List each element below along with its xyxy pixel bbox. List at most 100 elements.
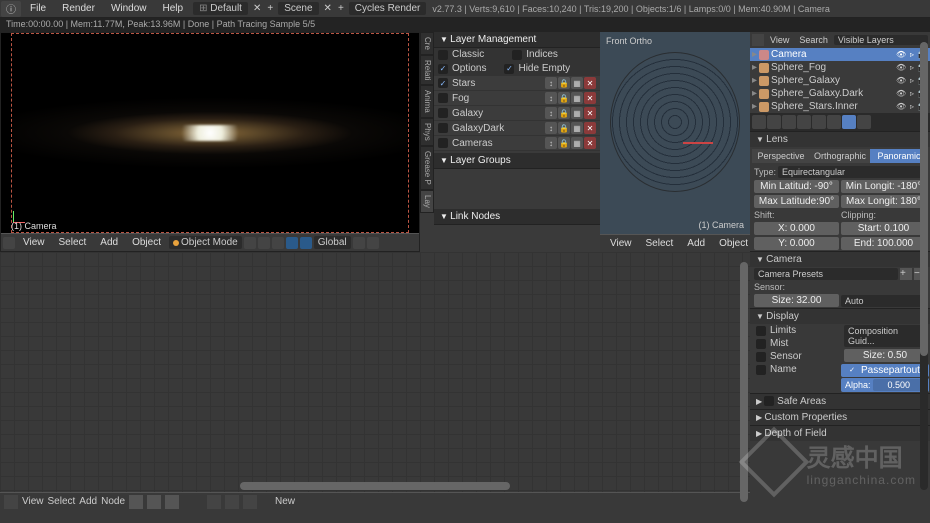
camera-presets[interactable]: Camera Presets xyxy=(754,268,898,280)
name-check[interactable] xyxy=(756,365,766,375)
props-scrollbar[interactable] xyxy=(920,42,928,490)
node-type-3[interactable] xyxy=(165,495,179,509)
outliner-icon[interactable] xyxy=(752,34,764,46)
menu-file[interactable]: File xyxy=(22,3,54,14)
outliner-item-camera[interactable]: ▸Camera👁▹📷 xyxy=(750,48,930,61)
node-area[interactable] xyxy=(0,252,750,492)
tab-lay[interactable]: Lay xyxy=(420,190,434,213)
editor-type-icon[interactable]: ⓘ xyxy=(1,1,21,17)
vp2-view[interactable]: View xyxy=(604,238,638,249)
layers-1[interactable] xyxy=(353,237,365,249)
layer-check[interactable] xyxy=(438,78,448,88)
visibility-icon[interactable]: 👁 xyxy=(896,102,906,112)
visibility-icon[interactable]: 👁 xyxy=(896,89,906,99)
node-new[interactable]: New xyxy=(261,495,309,508)
layer-lock-icon[interactable]: 🔒 xyxy=(558,92,570,104)
node-scrollbar-h[interactable] xyxy=(240,482,510,490)
lens-orthographic[interactable]: Orthographic xyxy=(810,149,870,163)
vp2-add[interactable]: Add xyxy=(681,238,711,249)
tab-object-icon[interactable] xyxy=(812,115,826,129)
vp2-select[interactable]: Select xyxy=(640,238,680,249)
add-layout-plus[interactable]: + xyxy=(264,3,276,14)
node-type-1[interactable] xyxy=(129,495,143,509)
layer-lock-icon[interactable]: 🔒 xyxy=(558,77,570,89)
layer-check[interactable] xyxy=(438,138,448,148)
options-check[interactable] xyxy=(438,64,448,74)
outliner-item-sphere-stars-inner[interactable]: ▸Sphere_Stars.Inner👁▹📷 xyxy=(750,100,930,113)
layer-move-icon[interactable]: ↕ xyxy=(545,77,557,89)
vp-view[interactable]: View xyxy=(17,237,51,248)
visibility-icon[interactable]: 👁 xyxy=(896,76,906,86)
pivot-icon[interactable] xyxy=(286,237,298,249)
layer-row-galaxydark[interactable]: GalaxyDark↕🔒▦✕ xyxy=(434,121,600,136)
display-section[interactable]: Display xyxy=(750,309,930,324)
layer-row-stars[interactable]: Stars↕🔒▦✕ xyxy=(434,76,600,91)
tab-camera-icon[interactable] xyxy=(842,115,856,129)
layer-wire-icon[interactable]: ▦ xyxy=(571,122,583,134)
outliner-search[interactable]: Search xyxy=(795,35,832,45)
layer-check[interactable] xyxy=(438,123,448,133)
node-editor-icon[interactable] xyxy=(4,495,18,509)
custom-props-section[interactable]: Custom Properties xyxy=(750,410,930,425)
sensor-check[interactable] xyxy=(756,352,766,362)
layer-move-icon[interactable]: ↕ xyxy=(545,122,557,134)
mist-check[interactable] xyxy=(756,339,766,349)
clip-start[interactable]: Start: 0.100 xyxy=(841,222,926,235)
layer-move-icon[interactable]: ↕ xyxy=(545,107,557,119)
node-view[interactable]: View xyxy=(22,496,44,507)
scene-dropdown[interactable]: Scene xyxy=(278,2,318,15)
scene-plus-icon[interactable]: + xyxy=(335,3,347,14)
safe-areas-section[interactable]: Safe Areas xyxy=(750,394,930,409)
layer-wire-icon[interactable]: ▦ xyxy=(571,137,583,149)
node-slot-2[interactable] xyxy=(225,495,239,509)
layer-row-fog[interactable]: Fog↕🔒▦✕ xyxy=(434,91,600,106)
tab-anima[interactable]: Anima xyxy=(420,85,434,118)
vp-add[interactable]: Add xyxy=(94,237,124,248)
tab-world-icon[interactable] xyxy=(797,115,811,129)
vp2-object[interactable]: Object xyxy=(713,238,754,249)
layer-check[interactable] xyxy=(438,93,448,103)
outliner-item-sphere-galaxy[interactable]: ▸Sphere_Galaxy👁▹📷 xyxy=(750,74,930,87)
layer-del-icon[interactable]: ✕ xyxy=(584,77,596,89)
node-node[interactable]: Node xyxy=(101,496,125,507)
passepartout-check[interactable] xyxy=(847,366,857,376)
selectable-icon[interactable]: ▹ xyxy=(907,50,917,60)
lens-section[interactable]: Lens xyxy=(750,132,930,147)
sensor-size[interactable]: Size: 32.00 xyxy=(754,294,839,307)
layer-groups-title[interactable]: Layer Groups xyxy=(434,153,600,169)
pano-type[interactable]: Equirectangular xyxy=(778,166,926,178)
classic-radio[interactable] xyxy=(438,50,448,60)
layer-mgmt-title[interactable]: Layer Management xyxy=(434,32,600,48)
comp-guides[interactable]: Composition Guid... xyxy=(844,325,926,347)
tab-grease[interactable]: Grease P xyxy=(420,146,434,190)
layer-wire-icon[interactable]: ▦ xyxy=(571,107,583,119)
tab-layers-icon[interactable] xyxy=(767,115,781,129)
engine-dropdown[interactable]: Cycles Render xyxy=(349,2,427,15)
vp-object[interactable]: Object xyxy=(126,237,167,248)
indices-radio[interactable] xyxy=(512,50,522,60)
editor-icon[interactable] xyxy=(3,237,15,249)
layer-row-cameras[interactable]: Cameras↕🔒▦✕ xyxy=(434,136,600,151)
hide-empty-check[interactable] xyxy=(504,64,514,74)
mode-dropdown[interactable]: Object Mode xyxy=(169,236,242,249)
menu-help[interactable]: Help xyxy=(155,3,192,14)
node-slot-3[interactable] xyxy=(243,495,257,509)
menu-window[interactable]: Window xyxy=(103,3,155,14)
node-add[interactable]: Add xyxy=(79,496,97,507)
shading-2[interactable] xyxy=(258,237,270,249)
selectable-icon[interactable]: ▹ xyxy=(907,76,917,86)
outliner-item-sphere-fog[interactable]: ▸Sphere_Fog👁▹📷 xyxy=(750,61,930,74)
link-nodes-title[interactable]: Link Nodes xyxy=(434,209,600,225)
max-lat[interactable]: Max Latitude:90° xyxy=(754,195,839,208)
node-select[interactable]: Select xyxy=(48,496,76,507)
shift-x[interactable]: X: 0.000 xyxy=(754,222,839,235)
min-lat[interactable]: Min Latitud: -90° xyxy=(754,180,839,193)
layer-wire-icon[interactable]: ▦ xyxy=(571,77,583,89)
camera-marker[interactable] xyxy=(683,142,713,144)
layer-del-icon[interactable]: ✕ xyxy=(584,107,596,119)
layer-check[interactable] xyxy=(438,108,448,118)
outliner-filter[interactable]: Visible Layers xyxy=(834,35,928,45)
tab-constraints-icon[interactable] xyxy=(827,115,841,129)
visibility-icon[interactable]: 👁 xyxy=(896,63,906,73)
selectable-icon[interactable]: ▹ xyxy=(907,89,917,99)
